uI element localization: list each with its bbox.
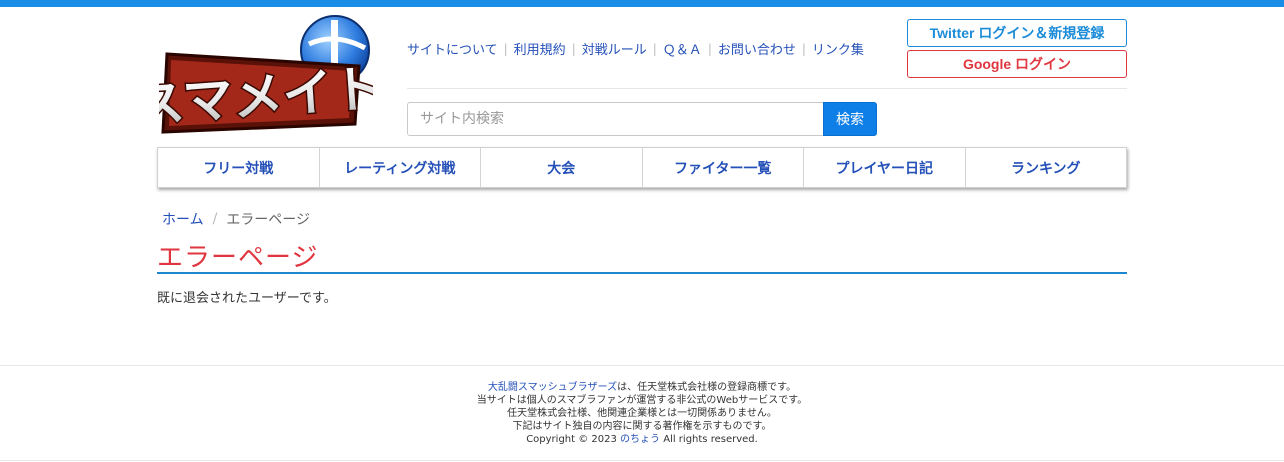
footer-copyright-note: 下記はサイト独自の内容に関する著作権を示すものです。 [512,421,772,432]
link-about[interactable]: サイトについて [407,39,498,58]
footer-copyright: Copyright © 2023 のちょう All rights reserve… [0,433,1284,446]
error-message: 既に退会されたユーザーです。 [157,291,337,306]
site-logo[interactable]: スマメイト [131,14,386,138]
top-accent-bar [0,0,1284,7]
nav-rating-battle[interactable]: レーティング対戦 [320,148,481,187]
nav-fighter-list[interactable]: ファイター一覧 [643,148,804,187]
link-contact[interactable]: お問い合わせ [718,39,796,58]
breadcrumb-current: エラーページ [226,212,311,228]
copyright-owner-link[interactable]: のちょう [620,434,660,445]
footer-trademark-line: 大乱闘スマッシュブラザーズは、任天堂株式会社様の登録商標です。 [0,381,1284,394]
nav-ranking[interactable]: ランキング [966,148,1127,187]
breadcrumb-home[interactable]: ホーム [162,209,204,229]
search-button[interactable]: 検索 [823,102,877,136]
twitter-login-button[interactable]: Twitter ログイン＆新規登録 [907,19,1127,47]
title-underline [157,272,1127,274]
nav-tournament[interactable]: 大会 [481,148,643,187]
footer-smash-link[interactable]: 大乱闘スマッシュブラザーズ [488,382,617,393]
page-title: エラーページ [157,243,319,273]
global-nav: フリー対戦 レーティング対戦 大会 ファイター一覧 プレイヤー日記 ランキング [157,147,1127,188]
footer: 大乱闘スマッシュブラザーズは、任天堂株式会社様の登録商標です。 当サイトは個人の… [0,381,1284,446]
link-separator: | [571,41,576,56]
top-links: サイトについて | 利用規約 | 対戦ルール | Ｑ＆Ａ | お問い合わせ | … [407,39,864,59]
link-match-rules[interactable]: 対戦ルール [582,39,647,58]
footer-top-divider [0,365,1284,366]
search-input[interactable] [407,102,825,136]
link-separator: | [707,41,712,56]
footer-disclaimer-line: 任天堂株式会社様、他関連企業様とは一切関係ありません。 [507,408,777,419]
footer-trademark-text: は、任天堂株式会社様の登録商標です。 [617,382,797,393]
link-separator: | [503,41,508,56]
footer-unofficial-line: 当サイトは個人のスマブラファンが運営する非公式のWebサービスです。 [476,395,808,406]
copyright-prefix: Copyright © 2023 [526,434,617,445]
nav-free-battle[interactable]: フリー対戦 [158,148,320,187]
link-faq[interactable]: Ｑ＆Ａ [663,39,702,58]
footer-bottom-divider [0,460,1284,461]
header-divider [407,88,1127,89]
link-separator: | [801,41,806,56]
nav-player-diary[interactable]: プレイヤー日記 [804,148,966,187]
link-separator: | [652,41,657,56]
link-links[interactable]: リンク集 [812,39,864,58]
breadcrumb-separator: / [212,211,218,227]
google-login-button[interactable]: Google ログイン [907,50,1127,78]
breadcrumb: ホーム / エラーページ [162,209,310,229]
copyright-suffix: All rights reserved. [663,434,758,445]
link-terms[interactable]: 利用規約 [514,39,566,58]
